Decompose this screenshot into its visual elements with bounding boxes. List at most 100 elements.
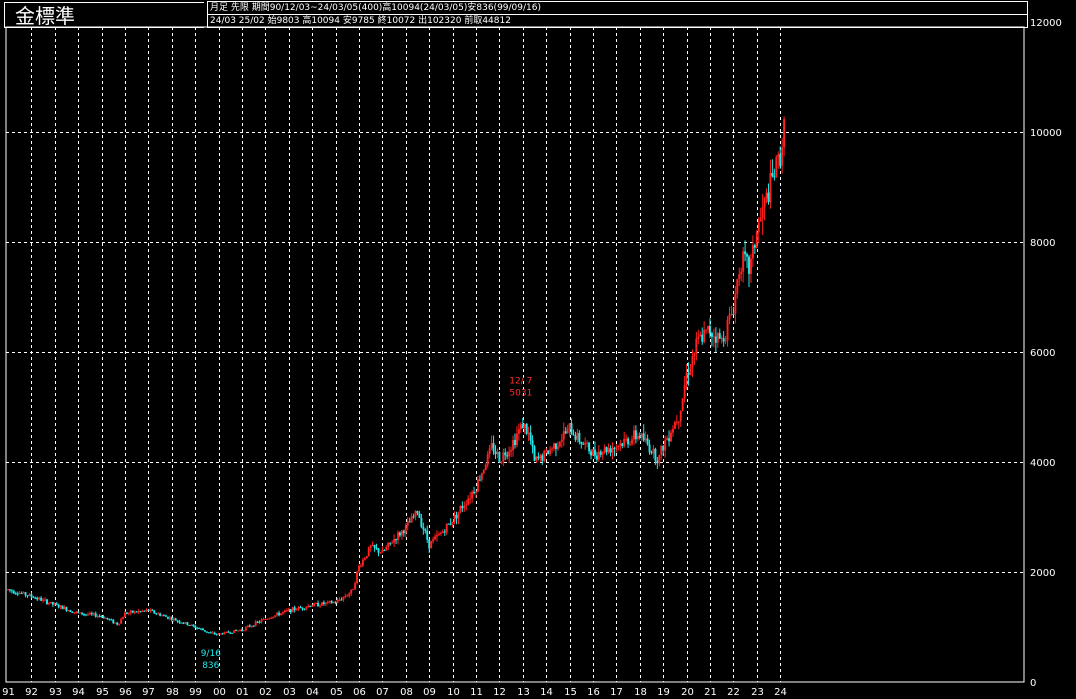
candle-body	[751, 245, 754, 259]
candle-body	[679, 410, 682, 422]
x-tick-label: 05	[330, 687, 343, 698]
candle-body	[681, 398, 684, 411]
candle-body	[151, 609, 154, 611]
candle-body	[781, 147, 784, 166]
candle-body	[258, 621, 261, 623]
candle-body	[632, 430, 635, 440]
candle-body	[691, 356, 694, 368]
annotation-date: 9/16	[201, 649, 221, 659]
candle-body	[502, 452, 505, 463]
candle-body	[49, 601, 52, 604]
candle-body	[250, 625, 253, 627]
candle-body	[235, 630, 238, 632]
candle-body	[102, 616, 105, 619]
candle-body	[658, 455, 661, 464]
candle-body	[714, 336, 717, 343]
candle-body	[765, 192, 768, 199]
candle-body	[383, 550, 386, 552]
candle-body	[512, 440, 515, 451]
candle-body	[666, 438, 669, 441]
candle-body	[434, 536, 437, 540]
candle-body	[397, 532, 399, 541]
candle-body	[8, 589, 11, 591]
candle-body	[348, 593, 351, 596]
candle-body	[358, 565, 360, 572]
candle-body	[350, 589, 353, 594]
candle-body	[371, 545, 374, 547]
candle-body	[402, 530, 405, 534]
candle-body	[554, 443, 557, 450]
candle-body	[471, 491, 474, 499]
candle-body	[726, 319, 729, 341]
x-tick-label: 18	[634, 687, 647, 698]
candle-body	[404, 525, 407, 534]
candle-body	[459, 506, 462, 512]
candle-body	[120, 619, 123, 624]
candle-body	[124, 612, 126, 618]
candle-body	[332, 602, 335, 604]
candle-body	[689, 367, 692, 375]
candle-body	[108, 618, 111, 620]
candle-body	[467, 498, 470, 505]
candle-body	[775, 157, 778, 177]
candle-body	[176, 620, 179, 622]
x-tick-label: 98	[166, 687, 179, 698]
candle-body	[720, 338, 723, 340]
candle-body	[424, 529, 427, 531]
candle-body	[319, 605, 321, 607]
candle-body	[135, 611, 138, 613]
candle-body	[517, 429, 520, 434]
candle-body	[656, 460, 659, 464]
candle-body	[86, 614, 89, 616]
candle-body	[55, 603, 58, 605]
candle-body	[642, 433, 645, 441]
candle-body	[334, 602, 337, 604]
candle-body	[22, 592, 25, 594]
candle-body	[613, 448, 616, 450]
candle-body	[537, 456, 540, 459]
candle-body	[75, 611, 78, 613]
candle-body	[309, 605, 312, 607]
candle-body	[219, 633, 222, 635]
candle-body	[447, 523, 450, 525]
candle-body	[20, 593, 23, 595]
candle-body	[595, 455, 598, 460]
candle-body	[574, 435, 577, 440]
candle-body	[200, 628, 203, 630]
x-tick-label: 92	[25, 687, 38, 698]
candle-body	[246, 625, 249, 628]
candle-body	[545, 450, 548, 452]
candle-body	[174, 618, 177, 621]
candle-body	[270, 617, 273, 619]
candle-body	[592, 449, 594, 456]
candle-body	[551, 448, 554, 450]
candle-body	[420, 517, 423, 527]
candle-body	[588, 442, 591, 452]
candle-body	[217, 633, 220, 635]
x-tick-label: 24	[774, 687, 787, 698]
candle-body	[753, 245, 756, 248]
candle-body	[182, 622, 185, 624]
candle-body	[685, 372, 688, 386]
y-tick-label: 8000	[1030, 238, 1055, 249]
candle-body	[256, 621, 259, 623]
candle-body	[621, 443, 624, 446]
candle-body	[652, 448, 655, 454]
candle-body	[361, 559, 364, 566]
candle-body	[529, 432, 532, 441]
candle-body	[718, 333, 721, 339]
candle-body	[172, 618, 175, 621]
candle-body	[400, 530, 403, 536]
candle-body	[408, 521, 411, 523]
candle-body	[387, 542, 390, 548]
candle-body	[710, 333, 713, 337]
candle-body	[7, 589, 9, 591]
candle-body	[746, 254, 749, 257]
candle-body	[264, 618, 267, 620]
candle-body	[260, 619, 263, 623]
candle-body	[634, 430, 637, 440]
candle-body	[125, 612, 128, 614]
candle-body	[525, 423, 528, 434]
candle-body	[207, 632, 210, 634]
candle-body	[482, 470, 485, 474]
